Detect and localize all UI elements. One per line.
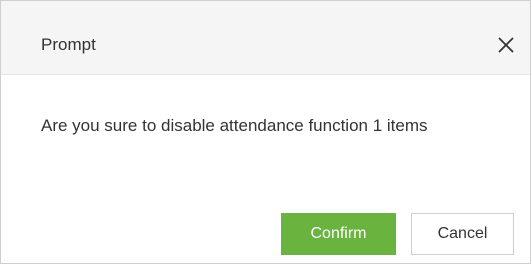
close-icon: [497, 36, 515, 54]
cancel-button[interactable]: Cancel: [411, 213, 514, 255]
prompt-dialog: Prompt Are you sure to disable attendanc…: [0, 0, 531, 264]
dialog-message: Are you sure to disable attendance funct…: [41, 116, 428, 135]
dialog-title: Prompt: [41, 35, 96, 54]
confirm-button[interactable]: Confirm: [281, 213, 396, 255]
dialog-header: Prompt: [1, 1, 530, 75]
close-button[interactable]: [492, 31, 520, 59]
